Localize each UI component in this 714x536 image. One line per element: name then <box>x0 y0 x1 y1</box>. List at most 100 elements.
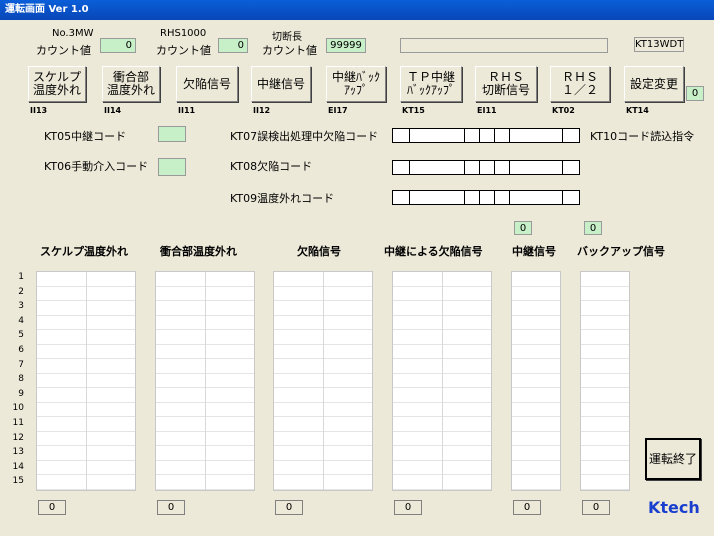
row-number: 15 <box>12 476 24 487</box>
relay-backup-button[interactable]: 中継ﾊﾞｯｸ ｱｯﾌﾟ <box>326 66 386 102</box>
total-backup: 0 <box>582 500 610 515</box>
rhs-label: RHS1000 <box>160 28 207 39</box>
tp-relay-backup-button[interactable]: ＴＰ中継 ﾊﾞｯｸｱｯﾌﾟ <box>400 66 462 102</box>
table-row <box>512 388 560 403</box>
joint-temp-button[interactable]: 衝合部 温度外れ <box>102 66 160 102</box>
table-row <box>581 374 629 388</box>
total-skelp: 0 <box>38 500 66 515</box>
code-label-ii13: II13 <box>30 106 48 115</box>
code-label-ei11: EI11 <box>477 106 497 115</box>
code-label-kt15: KT15 <box>402 106 425 115</box>
row-number: 2 <box>18 286 24 297</box>
table-row <box>581 475 629 490</box>
code-label-ei17: EI17 <box>328 106 348 115</box>
table-row <box>581 388 629 403</box>
col-header-skelp: スケルプ温度外れ <box>40 245 128 258</box>
grid-relay-defect <box>392 271 492 491</box>
kt13-wdt-indicator: KT13WDT <box>634 37 684 52</box>
kt08-label: KT08欠陥コード <box>230 160 313 173</box>
kt08-code-bar <box>392 160 580 175</box>
ktech-logo: Ktech <box>648 498 700 517</box>
table-row <box>581 272 629 287</box>
cut-count-value: 99999 <box>326 38 366 53</box>
skelp-temp-button[interactable]: スケルプ 温度外れ <box>28 66 86 102</box>
code-label-ii11: II11 <box>178 106 196 115</box>
kt10-label: KT10コード読込指令 <box>590 130 695 143</box>
kt06-label: KT06手動介入コード <box>44 160 149 173</box>
row-number: 14 <box>12 461 24 472</box>
grid-backup <box>580 271 630 491</box>
kt09-code-bar <box>392 190 580 205</box>
table-row <box>581 316 629 330</box>
row-number: 6 <box>18 345 24 355</box>
col-header-relay: 中継信号 <box>512 245 556 258</box>
column-divider <box>442 272 443 490</box>
table-row <box>512 330 560 345</box>
table-row <box>512 272 560 287</box>
rhs-count-label: カウント値 <box>156 44 211 57</box>
table-row <box>581 359 629 374</box>
grid-relay <box>511 271 561 491</box>
total-joint: 0 <box>157 500 185 515</box>
table-row <box>512 359 560 374</box>
total-defect: 0 <box>275 500 303 515</box>
table-row <box>581 403 629 417</box>
column-divider <box>86 272 87 490</box>
col-header-backup: バックアップ信号 <box>577 245 665 258</box>
table-row <box>512 475 560 490</box>
cut-count-label: カウント値 <box>262 44 317 57</box>
rhs-half-button[interactable]: ＲＨＳ １／２ <box>550 66 610 102</box>
row-number: 4 <box>18 315 24 326</box>
row-number: 12 <box>12 432 24 443</box>
grid-skelp <box>36 271 136 491</box>
table-row <box>581 287 629 301</box>
table-row <box>581 417 629 432</box>
table-row <box>512 417 560 432</box>
settings-value: 0 <box>686 86 704 101</box>
no3mw-count-value: 0 <box>100 38 136 53</box>
kt05-field <box>158 126 186 142</box>
settings-change-button[interactable]: 設定変更 <box>624 66 684 102</box>
relay-signal-button[interactable]: 中継信号 <box>251 66 311 102</box>
no3mw-label: No.3MW <box>52 28 94 39</box>
total-relay-defect: 0 <box>394 500 422 515</box>
rhs-cut-signal-button[interactable]: ＲＨＳ 切断信号 <box>475 66 537 102</box>
row-number: 11 <box>12 418 24 428</box>
table-row <box>581 345 629 359</box>
code-label-ii14: II14 <box>104 106 122 115</box>
code-label-kt02: KT02 <box>552 106 575 115</box>
row-number: 1 <box>18 272 24 282</box>
table-row <box>581 461 629 475</box>
backup-indicator: 0 <box>584 221 602 235</box>
table-row <box>512 345 560 359</box>
table-row <box>512 374 560 388</box>
row-number: 13 <box>12 447 24 458</box>
table-row <box>512 316 560 330</box>
table-row <box>581 301 629 316</box>
kt05-label: KT05中継コード <box>44 130 127 143</box>
defect-signal-button[interactable]: 欠陥信号 <box>176 66 238 102</box>
grid-defect <box>273 271 373 491</box>
main-panel: No.3MW カウント値 0 RHS1000 カウント値 0 切断長 カウント値… <box>0 20 714 536</box>
total-relay: 0 <box>513 500 541 515</box>
col-header-defect: 欠陥信号 <box>297 245 341 258</box>
table-row <box>581 446 629 461</box>
kt06-field <box>158 158 186 176</box>
rhs-count-value: 0 <box>218 38 248 53</box>
no3mw-count-label: カウント値 <box>36 44 91 57</box>
relay-indicator: 0 <box>514 221 532 235</box>
title-bar: 運転画面 Ver 1.0 <box>0 0 714 20</box>
table-row <box>512 403 560 417</box>
code-label-kt14: KT14 <box>626 106 649 115</box>
table-row <box>512 432 560 446</box>
table-row <box>512 446 560 461</box>
kt09-label: KT09温度外れコード <box>230 192 335 205</box>
kt07-code-bar <box>392 128 580 143</box>
row-number: 8 <box>18 374 24 385</box>
end-operation-button[interactable]: 運転終了 <box>645 438 701 480</box>
row-number: 7 <box>18 359 24 370</box>
table-row <box>581 330 629 345</box>
row-number: 10 <box>12 403 24 414</box>
table-row <box>512 287 560 301</box>
row-number: 5 <box>18 330 24 341</box>
